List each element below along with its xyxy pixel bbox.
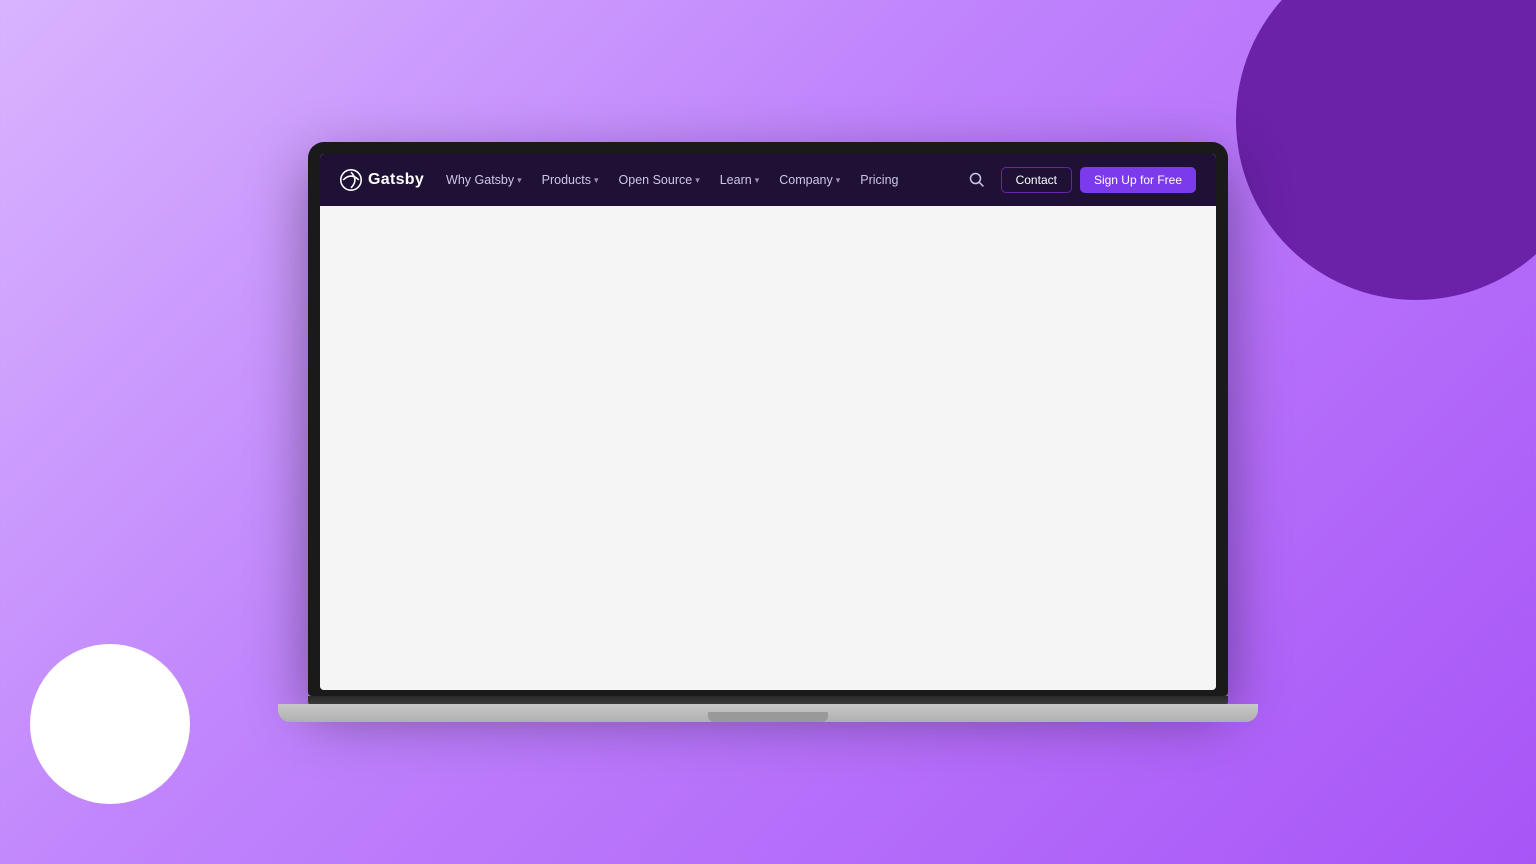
- navbar: Gatsby Why Gatsby ▾ Products ▾ Open Sour…: [320, 154, 1216, 206]
- search-button[interactable]: [963, 166, 991, 194]
- laptop-mockup: Gatsby Why Gatsby ▾ Products ▾ Open Sour…: [308, 142, 1228, 722]
- laptop-screen: Gatsby Why Gatsby ▾ Products ▾ Open Sour…: [320, 154, 1216, 690]
- chevron-down-icon: ▾: [836, 175, 841, 186]
- signup-button[interactable]: Sign Up for Free: [1080, 167, 1196, 193]
- nav-item-learn[interactable]: Learn ▾: [712, 167, 768, 193]
- nav-item-pricing[interactable]: Pricing: [852, 167, 906, 193]
- nav-item-why-gatsby[interactable]: Why Gatsby ▾: [438, 167, 530, 193]
- chevron-down-icon: ▾: [594, 175, 599, 186]
- chevron-down-icon: ▾: [517, 175, 522, 186]
- gatsby-logo-text: Gatsby: [368, 171, 424, 189]
- nav-item-open-source[interactable]: Open Source ▾: [611, 167, 708, 193]
- decorative-circle-top-right: [1236, 0, 1536, 300]
- laptop-screen-outer: Gatsby Why Gatsby ▾ Products ▾ Open Sour…: [308, 142, 1228, 696]
- chevron-down-icon: ▾: [755, 175, 760, 186]
- laptop: Gatsby Why Gatsby ▾ Products ▾ Open Sour…: [308, 142, 1228, 722]
- laptop-hinge: [308, 696, 1228, 704]
- chevron-down-icon: ▾: [695, 175, 700, 186]
- contact-button[interactable]: Contact: [1001, 167, 1072, 193]
- search-icon: [969, 172, 985, 188]
- nav-item-products[interactable]: Products ▾: [534, 167, 607, 193]
- laptop-base: [278, 704, 1258, 722]
- page-content-area: [320, 206, 1216, 690]
- navbar-logo[interactable]: Gatsby: [340, 169, 424, 191]
- laptop-base-wrapper: [308, 696, 1228, 722]
- decorative-circle-bottom-left: [30, 644, 190, 804]
- gatsby-logo-icon: [340, 169, 362, 191]
- nav-item-company[interactable]: Company ▾: [771, 167, 848, 193]
